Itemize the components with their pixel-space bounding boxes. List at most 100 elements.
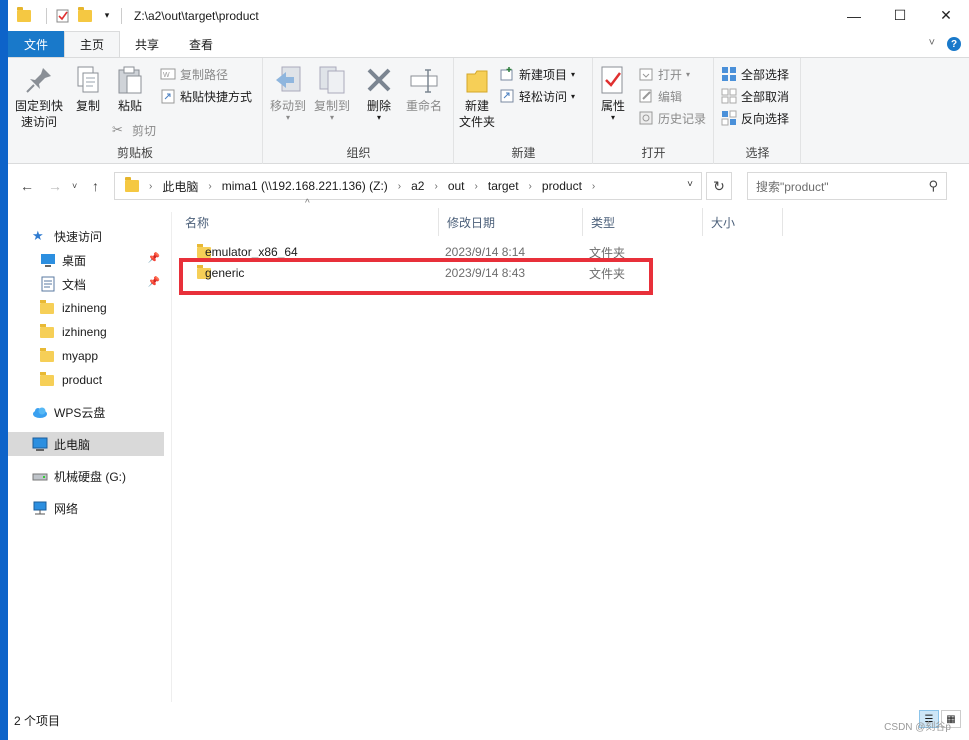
invert-selection-button[interactable]: 反向选择 bbox=[721, 108, 789, 128]
chevron-right-icon[interactable]: › bbox=[398, 181, 401, 192]
rename-button[interactable]: 重命名 bbox=[402, 64, 446, 114]
easy-access-icon bbox=[499, 88, 515, 104]
open-label: 打开 bbox=[658, 67, 683, 82]
column-type[interactable]: 类型 bbox=[583, 208, 703, 236]
column-name[interactable]: 名称 bbox=[177, 208, 439, 236]
ribbon-collapse-icon[interactable]: ˅ bbox=[929, 37, 935, 51]
new-folder-label-2: 文件夹 bbox=[458, 115, 495, 129]
desktop-icon bbox=[40, 252, 56, 268]
copy-to-button[interactable]: 复制到 ▾ bbox=[312, 64, 352, 122]
nav-this-pc[interactable]: 此电脑 bbox=[8, 432, 164, 456]
new-item-label: 新建项目 bbox=[519, 67, 568, 82]
copy-path-button[interactable]: W 复制路径 bbox=[160, 64, 228, 84]
properties-button[interactable]: 属性 ▾ bbox=[598, 64, 628, 122]
chevron-right-icon[interactable]: › bbox=[434, 181, 437, 192]
maximize-button[interactable]: ☐ bbox=[877, 0, 923, 31]
group-label-organize: 组织 bbox=[346, 146, 371, 160]
paste-shortcut-button[interactable]: 粘贴快捷方式 bbox=[160, 86, 252, 106]
breadcrumb-drive[interactable]: mima1 (\\192.168.221.136) (Z:) bbox=[222, 179, 388, 193]
tab-home[interactable]: 主页 bbox=[64, 31, 121, 57]
history-label: 历史记录 bbox=[658, 111, 707, 126]
refresh-button[interactable]: ↻ bbox=[706, 172, 732, 200]
copy-button[interactable]: 复制 bbox=[70, 64, 106, 114]
properties-icon[interactable] bbox=[55, 8, 71, 24]
easy-access-label: 轻松访问 bbox=[519, 89, 568, 104]
properties-icon bbox=[597, 64, 629, 96]
pin-icon[interactable]: 📌 bbox=[148, 253, 160, 264]
nav-drive-g[interactable]: 机械硬盘 (G:) bbox=[8, 464, 164, 488]
nav-drive-label: 机械硬盘 (G:) bbox=[54, 469, 126, 484]
help-icon[interactable]: ? bbox=[947, 37, 961, 51]
move-to-button[interactable]: 移动到 ▾ bbox=[268, 64, 308, 122]
paste-button[interactable]: 粘贴 bbox=[112, 64, 148, 114]
breadcrumb-product[interactable]: product bbox=[542, 179, 582, 193]
new-folder-icon[interactable] bbox=[77, 6, 93, 24]
folder-icon bbox=[40, 300, 56, 316]
tab-view[interactable]: 查看 bbox=[174, 31, 228, 57]
chevron-right-icon[interactable]: › bbox=[529, 181, 532, 192]
group-label-open: 打开 bbox=[641, 146, 666, 160]
column-size[interactable]: 大小 bbox=[703, 208, 783, 236]
recent-dropdown-icon[interactable]: ˅ bbox=[72, 181, 77, 191]
move-to-label: 移动到 bbox=[269, 99, 306, 113]
window-title: Z:\a2\out\target\product bbox=[134, 8, 259, 23]
rename-icon bbox=[408, 64, 440, 96]
column-date[interactable]: 修改日期 bbox=[439, 208, 583, 236]
new-item-button[interactable]: 新建项目 ▾ bbox=[499, 64, 575, 84]
address-dropdown-icon[interactable]: ˅ bbox=[687, 179, 693, 190]
paste-label: 粘贴 bbox=[117, 99, 142, 113]
nav-wps-cloud[interactable]: WPS云盘 bbox=[8, 400, 164, 424]
invert-selection-icon bbox=[721, 110, 737, 126]
nav-folder-myapp[interactable]: myapp bbox=[8, 344, 164, 368]
select-none-button[interactable]: 全部取消 bbox=[721, 86, 789, 106]
edit-button[interactable]: 编辑 bbox=[638, 86, 682, 106]
delete-label: 删除 bbox=[366, 99, 391, 113]
nav-desktop-label: 桌面 bbox=[62, 253, 87, 268]
chevron-right-icon[interactable]: › bbox=[592, 181, 595, 192]
easy-access-button[interactable]: 轻松访问 ▾ bbox=[499, 86, 575, 106]
nav-folder-izhineng-1[interactable]: izhineng bbox=[8, 296, 164, 320]
breadcrumb-out[interactable]: out bbox=[448, 179, 465, 193]
edit-icon bbox=[638, 88, 654, 104]
minimize-button[interactable]: — bbox=[831, 0, 877, 31]
history-button[interactable]: 历史记录 bbox=[638, 108, 706, 128]
nav-folder-label: izhineng bbox=[62, 325, 107, 339]
close-button[interactable]: ✕ bbox=[923, 0, 969, 31]
address-bar[interactable]: › 此电脑 › mima1 (\\192.168.221.136) (Z:) ›… bbox=[114, 172, 702, 200]
new-folder-button[interactable]: 新建 文件夹 bbox=[457, 64, 497, 130]
nav-folder-izhineng-2[interactable]: izhineng bbox=[8, 320, 164, 344]
nav-network[interactable]: 网络 bbox=[8, 496, 164, 520]
folder-icon bbox=[40, 372, 56, 388]
breadcrumb-a2[interactable]: a2 bbox=[411, 179, 424, 193]
nav-folder-product[interactable]: product bbox=[8, 368, 164, 392]
nav-quick-access[interactable]: ★ 快速访问 bbox=[8, 224, 164, 248]
breadcrumb-target[interactable]: target bbox=[488, 179, 519, 193]
search-input[interactable]: 搜索"product" ⚲ bbox=[747, 172, 947, 200]
nav-documents[interactable]: 文档 📌 bbox=[8, 272, 164, 296]
copy-path-icon: W bbox=[160, 66, 176, 82]
up-arrow-icon[interactable]: ↑ bbox=[92, 178, 99, 194]
breadcrumb-this-pc[interactable]: 此电脑 bbox=[162, 178, 198, 195]
chevron-right-icon[interactable]: › bbox=[149, 181, 152, 192]
pane-divider[interactable] bbox=[171, 212, 172, 702]
cut-button[interactable]: ✂ 剪切 bbox=[112, 120, 156, 140]
nav-desktop[interactable]: 桌面 📌 bbox=[8, 248, 164, 272]
folder-icon bbox=[16, 6, 32, 24]
tab-file[interactable]: 文件 bbox=[8, 31, 65, 57]
customize-dropdown-icon[interactable]: ▾ bbox=[99, 8, 115, 24]
select-all-button[interactable]: 全部选择 bbox=[721, 64, 789, 84]
navigation-pane: ★ 快速访问 桌面 📌 文档 📌 izhineng izhineng myapp… bbox=[8, 212, 165, 702]
chevron-right-icon[interactable]: › bbox=[208, 181, 211, 192]
back-arrow-icon[interactable]: ← bbox=[20, 178, 34, 194]
chevron-right-icon[interactable]: › bbox=[475, 181, 478, 192]
open-button[interactable]: 打开 ▾ bbox=[638, 64, 690, 84]
delete-button[interactable]: 删除 ▾ bbox=[364, 64, 394, 122]
pin-quick-access-button[interactable]: 固定到快 速访问 bbox=[14, 64, 64, 130]
group-label-select: 选择 bbox=[745, 146, 770, 160]
quick-access-toolbar: ▾ bbox=[16, 6, 130, 24]
group-label-clipboard: 剪贴板 bbox=[116, 146, 153, 160]
tab-share[interactable]: 共享 bbox=[120, 31, 174, 57]
forward-arrow-icon[interactable]: → bbox=[48, 178, 62, 194]
pin-icon[interactable]: 📌 bbox=[148, 277, 160, 288]
invert-selection-label: 反向选择 bbox=[741, 111, 790, 126]
